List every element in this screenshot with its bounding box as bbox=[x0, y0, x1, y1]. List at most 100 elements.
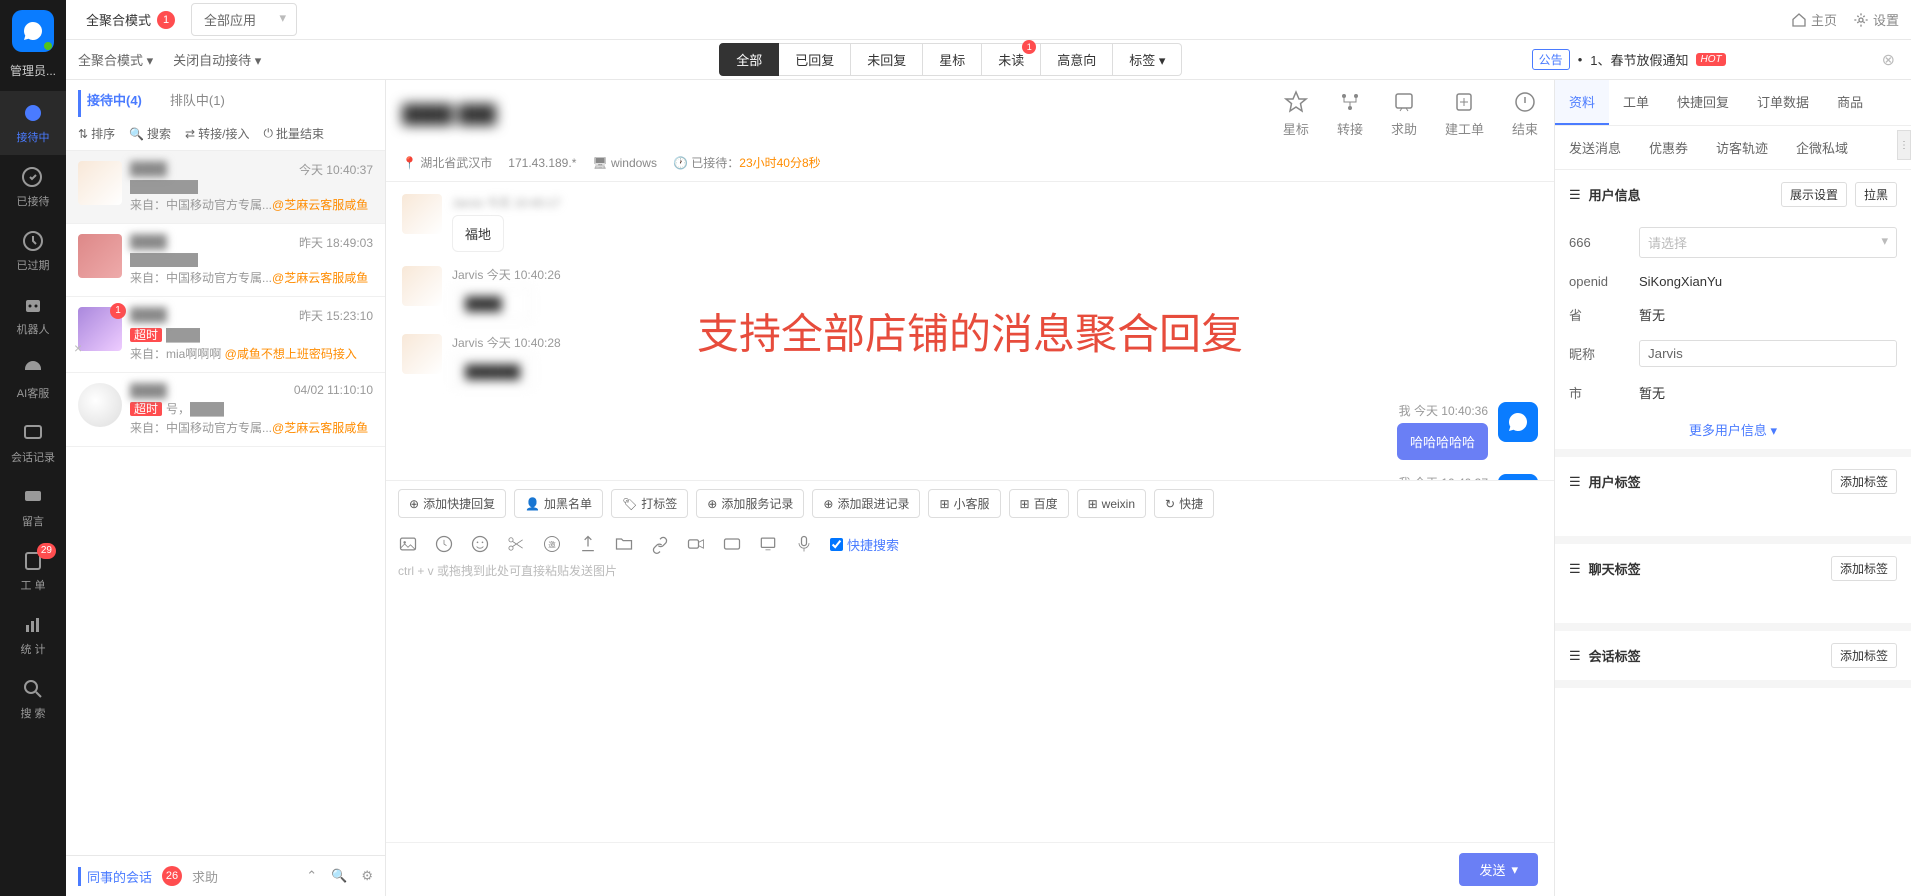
quick-search-toggle[interactable]: 快捷搜索 bbox=[830, 535, 899, 554]
tool-bulk[interactable]: ⏻ 批量结束 bbox=[263, 125, 324, 142]
chat-ticket[interactable]: 建工单 bbox=[1445, 90, 1484, 138]
auto-dropdown[interactable]: 关闭自动接待 ▾ bbox=[173, 50, 261, 69]
drag-icon[interactable]: ☰ bbox=[1569, 561, 1581, 577]
message-in: Jarvis 今天 10:40:17 福地 bbox=[402, 194, 1538, 252]
filter-unreplied[interactable]: 未回复 bbox=[851, 43, 923, 76]
info-tab-order[interactable]: 订单数据 bbox=[1743, 80, 1823, 125]
panel-expand-handle[interactable]: ⋮ bbox=[1897, 130, 1911, 160]
help-link[interactable]: 求助 bbox=[192, 867, 218, 886]
info-tab-quick[interactable]: 快捷回复 bbox=[1663, 80, 1743, 125]
info-tab-product[interactable]: 商品 bbox=[1823, 80, 1877, 125]
rail-expired[interactable]: 已过期 bbox=[0, 219, 66, 283]
more-user-info[interactable]: 更多用户信息 ▾ bbox=[1555, 410, 1911, 449]
rail-tickets[interactable]: 29 工 单 bbox=[0, 539, 66, 603]
tb-quick-reply[interactable]: ⊕ 添加快捷回复 bbox=[398, 489, 506, 518]
tb-blacklist[interactable]: 👤 加黑名单 bbox=[514, 489, 603, 518]
colleague-sessions[interactable]: 同事的会话 bbox=[78, 867, 152, 886]
tb-quick[interactable]: ↻ 快捷 bbox=[1154, 489, 1214, 518]
video-icon[interactable] bbox=[686, 534, 706, 554]
upload-icon[interactable] bbox=[578, 534, 598, 554]
block-button[interactable]: 拉黑 bbox=[1855, 182, 1897, 207]
sub-coupon[interactable]: 优惠券 bbox=[1635, 126, 1702, 169]
location-icon: 📍 湖北省武汉市 bbox=[402, 154, 492, 171]
image-icon[interactable] bbox=[398, 534, 418, 554]
folder-icon[interactable] bbox=[614, 534, 634, 554]
app-select[interactable]: 全部应用 bbox=[191, 3, 297, 36]
rail-records[interactable]: 会话记录 bbox=[0, 411, 66, 475]
tb-tag[interactable]: 🏷 打标签 bbox=[611, 489, 688, 518]
add-chat-tag-button[interactable]: 添加标签 bbox=[1831, 556, 1897, 581]
rail-robot[interactable]: 机器人 bbox=[0, 283, 66, 347]
avatar bbox=[1498, 474, 1538, 480]
footer-search-icon[interactable]: 🔍 bbox=[331, 868, 347, 884]
tb-followup[interactable]: ⊕ 添加跟进记录 bbox=[812, 489, 920, 518]
scissors-icon[interactable] bbox=[506, 534, 526, 554]
sub-trace[interactable]: 访客轨迹 bbox=[1702, 126, 1782, 169]
os-text: 🖥 windows bbox=[592, 156, 657, 170]
tool-transfer[interactable]: ⇄ 转接/接入 bbox=[185, 125, 249, 142]
conversation-item[interactable]: ████今天 10:40:37 ████████ 来自：中国移动官方专属...@… bbox=[66, 151, 385, 224]
drag-icon[interactable]: ☰ bbox=[1569, 187, 1581, 203]
rail-received[interactable]: 已接待 bbox=[0, 155, 66, 219]
tool-sort[interactable]: ⇅ 排序 bbox=[78, 125, 115, 142]
link-icon[interactable] bbox=[650, 534, 670, 554]
drag-icon[interactable]: ☰ bbox=[1569, 648, 1581, 664]
announce-close-icon[interactable]: ⊗ bbox=[1882, 50, 1895, 70]
avatar bbox=[402, 334, 442, 374]
rail-messages[interactable]: 留言 bbox=[0, 475, 66, 539]
chat-transfer[interactable]: 转接 bbox=[1337, 90, 1363, 138]
nickname-input[interactable] bbox=[1639, 340, 1897, 367]
filter-all[interactable]: 全部 bbox=[719, 43, 779, 76]
add-user-tag-button[interactable]: 添加标签 bbox=[1831, 469, 1897, 494]
drag-icon[interactable]: ☰ bbox=[1569, 474, 1581, 490]
filter-replied[interactable]: 已回复 bbox=[779, 43, 851, 76]
home-link[interactable]: 主页 bbox=[1791, 10, 1837, 29]
footer-up-icon[interactable]: ⌃ bbox=[306, 868, 317, 884]
conversation-item[interactable]: ████04/02 11:10:10 超时号，████ 来自：中国移动官方专属.… bbox=[66, 373, 385, 447]
rail-stats[interactable]: 统 计 bbox=[0, 603, 66, 667]
tool-search[interactable]: 🔍 搜索 bbox=[129, 125, 171, 142]
display-settings-button[interactable]: 展示设置 bbox=[1781, 182, 1847, 207]
announce-text[interactable]: 1、春节放假通知 bbox=[1590, 50, 1688, 69]
tb-baidu[interactable]: ⊞ 百度 bbox=[1009, 489, 1069, 518]
list-close-icon[interactable]: × bbox=[74, 340, 82, 356]
sub-send[interactable]: 发送消息 bbox=[1555, 126, 1635, 169]
clock-icon[interactable] bbox=[434, 534, 454, 554]
send-button[interactable]: 发送 ▾ bbox=[1459, 853, 1538, 886]
chat-help[interactable]: 求助 bbox=[1391, 90, 1417, 138]
emoji-icon[interactable] bbox=[470, 534, 490, 554]
settings-link[interactable]: 设置 bbox=[1853, 10, 1899, 29]
tab-receiving[interactable]: 接待中(4) bbox=[78, 90, 142, 117]
rail-receiving[interactable]: 接待中 bbox=[0, 91, 66, 155]
filter-intent[interactable]: 高意向 bbox=[1041, 43, 1113, 76]
message-in: Jarvis 今天 10:40:28 ██████ bbox=[402, 334, 1538, 388]
app-logo[interactable] bbox=[12, 10, 54, 52]
footer-gear-icon[interactable]: ⚙ bbox=[361, 868, 373, 884]
rail-ai[interactable]: AI客服 bbox=[0, 347, 66, 411]
info-tab-profile[interactable]: 资料 bbox=[1555, 80, 1609, 125]
add-session-tag-button[interactable]: 添加标签 bbox=[1831, 643, 1897, 668]
sub-wecom[interactable]: 企微私域 bbox=[1782, 126, 1862, 169]
tb-xiaokefu[interactable]: ⊞ 小客服 bbox=[928, 489, 1000, 518]
filter-starred[interactable]: 星标 bbox=[923, 43, 982, 76]
field-666-select[interactable]: 请选择 ▾ bbox=[1639, 227, 1897, 258]
screen-icon[interactable] bbox=[758, 534, 778, 554]
city-value: 暂无 bbox=[1639, 383, 1897, 402]
chat-end[interactable]: 结束 bbox=[1512, 90, 1538, 138]
card-icon[interactable] bbox=[722, 534, 742, 554]
mic-icon[interactable] bbox=[794, 534, 814, 554]
invite-icon[interactable]: 邀 bbox=[542, 534, 562, 554]
filter-unread[interactable]: 未读1 bbox=[982, 43, 1041, 76]
rail-search[interactable]: 搜 索 bbox=[0, 667, 66, 731]
chat-input[interactable]: ctrl + v 或拖拽到此处可直接粘贴发送图片 bbox=[386, 562, 1554, 842]
info-tab-ticket[interactable]: 工单 bbox=[1609, 80, 1663, 125]
mode-dropdown[interactable]: 全聚合模式 ▾ bbox=[78, 50, 153, 69]
conversation-item[interactable]: 1 ████昨天 15:23:10 超时████ 来自：mia啊啊啊 @咸鱼不想… bbox=[66, 297, 385, 373]
tb-weixin[interactable]: ⊞ weixin bbox=[1077, 489, 1146, 518]
mode-badge: 1 bbox=[157, 11, 175, 29]
chat-star[interactable]: 星标 bbox=[1283, 90, 1309, 138]
tb-service-record[interactable]: ⊕ 添加服务记录 bbox=[696, 489, 804, 518]
tab-queued[interactable]: 排队中(1) bbox=[170, 90, 225, 117]
conversation-item[interactable]: ████昨天 18:49:03 ████████ 来自：中国移动官方专属...@… bbox=[66, 224, 385, 297]
filter-tags[interactable]: 标签 ▾ bbox=[1113, 43, 1182, 76]
